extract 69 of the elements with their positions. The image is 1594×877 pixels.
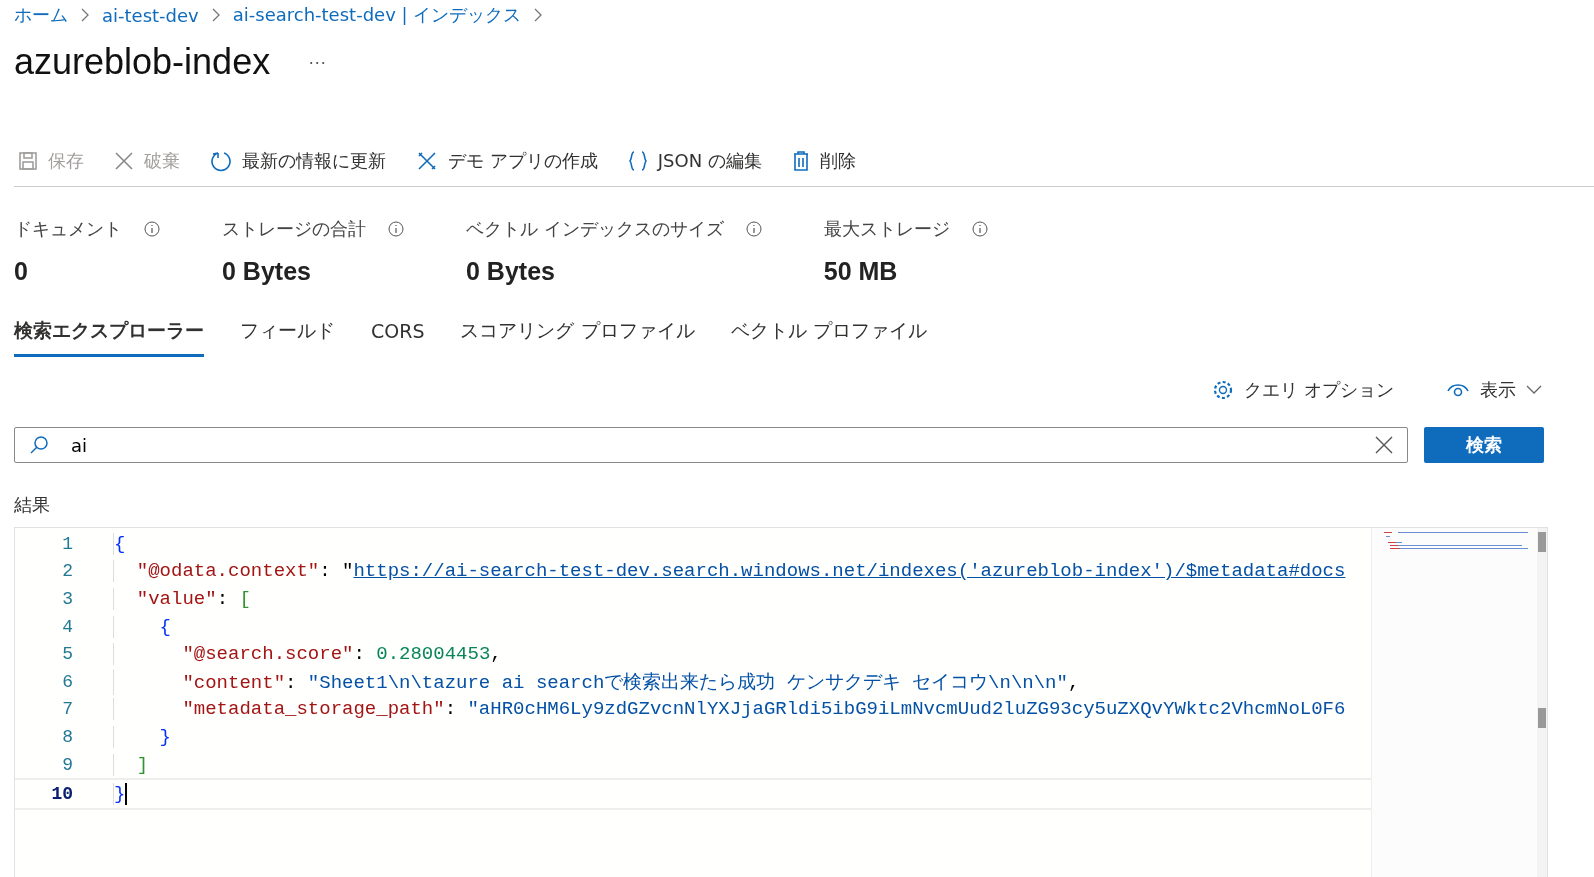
chevron-right-icon [210,8,221,22]
stat-value: 0 Bytes [222,257,312,286]
toolbar-button[interactable]: JSON の編集 [623,149,766,173]
breadcrumb-link[interactable]: ホーム [14,3,68,27]
tab[interactable]: フィールド [240,312,335,357]
stat-label: 最大ストレージ [823,217,950,241]
line-number: 6 [61,671,73,692]
text-cursor [125,783,128,806]
save-icon [18,151,38,171]
tab[interactable]: スコアリング プロファイル [460,312,695,357]
code-line: "@search.score": 0.28004453, [113,643,502,666]
line-number: 9 [61,754,73,775]
stat-value: 50 MB [823,257,899,286]
info-icon[interactable] [745,221,762,237]
search-field[interactable]: ai [14,427,1408,463]
code-line: "@odata.context": "https://ai-search-test-dev.search.windows.net/indexes('azureblob-index')/$metadata#docs [113,560,1346,583]
search-button[interactable]: 検索 [1424,427,1544,463]
line-number: 10 [50,784,73,805]
code-line: } [113,783,128,806]
code-line: ] [113,753,149,776]
trash-icon [791,150,810,172]
pencil-ruler-icon [416,150,438,172]
line-number: 1 [61,533,73,554]
braces-icon [627,150,648,172]
stat-value: 0 Bytes [466,257,556,286]
stat-label: ベクトル インデックスのサイズ [466,217,724,241]
toolbar-button[interactable]: デモ アプリの作成 [412,149,602,173]
search-input[interactable]: ai [69,433,1355,457]
stat-label: ドキュメント [14,217,122,241]
more-button[interactable]: ··· [304,51,331,73]
page-title: azureblob-index [14,41,271,83]
breadcrumb-link[interactable]: ai-search-test-dev | インデックス [232,3,522,27]
line-number: 7 [61,699,73,720]
tab[interactable]: ベクトル プロファイル [730,312,927,357]
toolbar-button[interactable]: 最新の情報に更新 [206,149,390,173]
code-line: "value": [ [113,588,251,610]
tab[interactable]: 検索エクスプローラー [14,312,204,357]
chevron-down-icon [1526,385,1542,395]
stat-label: ストレージの合計 [222,217,366,241]
view-dropdown[interactable]: 表示 [1440,377,1548,403]
stat-value: 0 [14,257,29,286]
code-line: } [113,725,171,748]
code-editor[interactable] [14,527,1548,877]
code-line: { [113,615,171,638]
info-icon[interactable] [388,221,404,237]
breadcrumb-link[interactable]: ai-test-dev [102,4,199,26]
tab[interactable]: CORS [371,312,425,357]
close-icon [114,151,134,171]
toolbar-button[interactable]: 削除 [787,149,860,173]
code-line: "content": "Sheet1\n\tazure ai searchで検索出来たら成功 ケンサクデキ セイコウ\n\n\n", [113,668,1080,695]
info-icon[interactable] [144,221,160,237]
chevron-right-icon [533,8,544,22]
scrollbar[interactable] [1537,528,1547,877]
line-number: 4 [61,616,73,637]
code-line: { [113,532,126,555]
line-number: 8 [61,726,73,747]
clear-icon[interactable] [1375,436,1393,454]
eye-icon [1446,381,1470,399]
settings-icon [1212,379,1235,401]
code-line: "metadata_storage_path": "aHR0cHM6Ly9zdGZvcnNlYXJjaGRldi5ibG9iLmNvcmUud2luZG93cy5uZXQvYWktc2VhcmNoL0F6 [113,698,1346,721]
info-icon[interactable] [971,221,988,237]
search-icon [29,435,49,455]
chevron-right-icon [80,8,90,22]
refresh-icon [210,150,232,172]
line-number: 3 [61,589,73,609]
query-options-button[interactable]: クエリ オプション [1206,377,1400,403]
line-number: 2 [61,561,73,582]
results-label: 結果 [14,493,51,517]
line-number: 5 [61,644,73,665]
